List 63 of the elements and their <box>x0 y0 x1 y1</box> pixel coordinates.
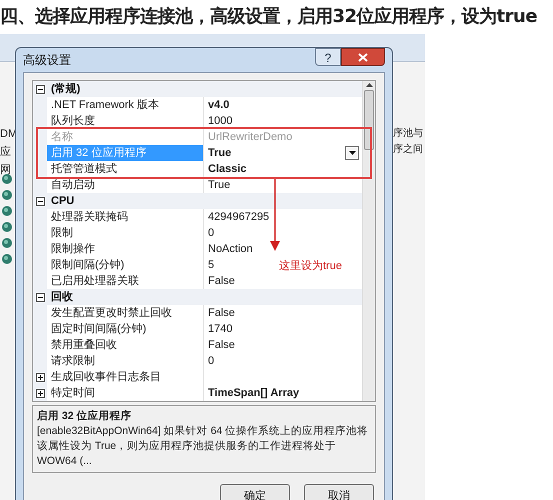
property-value: v4.0 <box>208 98 230 113</box>
scrollbar-thumb[interactable] <box>364 90 374 150</box>
globe-icon <box>2 190 12 200</box>
scrollbar[interactable] <box>362 81 375 401</box>
property-name[interactable]: 请求限制 <box>47 353 203 369</box>
category-header: (常规) <box>50 82 80 97</box>
category-header: 回收 <box>50 290 73 305</box>
property-value: 4294967295 <box>208 210 270 225</box>
property-value: 0 <box>208 226 214 241</box>
dialog-button[interactable]: 取消 <box>304 484 374 500</box>
property-value: TimeSpan[] Array <box>208 386 300 401</box>
property-value: NoAction <box>208 242 253 257</box>
description-text: [enable32BitAppOnWin64] 如果针对 64 位操作系统上的应用程序池将该属性设为 True，则为应用程序池提供服务的工作进程将处于 WOW64 (... <box>37 424 370 469</box>
property-value: False <box>208 338 235 353</box>
property-value: True <box>208 146 232 161</box>
close-icon <box>358 52 368 62</box>
heading: 四、选择应用程序连接池，高级设置，启用32位应用程序，设为true <box>0 4 538 28</box>
expand-icon[interactable] <box>36 388 44 398</box>
property-name[interactable]: 限制操作 <box>47 241 203 257</box>
description-title: 启用 32 位应用程序 <box>37 409 133 424</box>
property-name[interactable]: 托管管道模式 <box>47 161 203 177</box>
globe-icon <box>2 174 12 184</box>
globe-icon <box>2 206 12 216</box>
help-button[interactable]: ? <box>315 48 341 66</box>
property-name[interactable]: 限制间隔(分钟) <box>47 257 203 273</box>
tree-label: 应 <box>0 144 12 160</box>
annotation-text: 这里设为true <box>279 258 342 274</box>
property-value: 1740 <box>208 322 232 337</box>
tree-label: 网 <box>0 163 12 178</box>
collapse-icon[interactable] <box>36 84 44 94</box>
globe-icon <box>2 222 12 232</box>
collapse-icon[interactable] <box>36 292 44 302</box>
arrow <box>270 179 280 251</box>
background-text: 序之间 <box>393 142 423 157</box>
dialog-button[interactable]: 确定 <box>220 484 290 500</box>
property-value: False <box>208 306 235 321</box>
property-name[interactable]: 限制 <box>47 225 203 241</box>
category-header: CPU <box>50 194 74 209</box>
close-button[interactable] <box>341 48 385 66</box>
property-value: True <box>208 178 230 193</box>
scroll-up-icon[interactable] <box>366 83 372 87</box>
expand-icon[interactable] <box>36 372 44 382</box>
property-name[interactable]: 发生配置更改时禁止回收 <box>47 305 203 321</box>
dropdown-button[interactable] <box>345 146 359 160</box>
globe-icon <box>2 254 12 264</box>
property-value: UrlRewriterDemo <box>208 130 292 145</box>
property-name[interactable]: 固定时间间隔(分钟) <box>47 321 203 337</box>
caret-icon <box>348 151 356 155</box>
property-value: 5 <box>208 258 214 273</box>
property-name[interactable]: 禁用重叠回收 <box>47 337 203 353</box>
background-text: 序池与 <box>393 126 423 141</box>
property-name[interactable]: 特定时间 <box>47 385 203 401</box>
property-value: 0 <box>208 354 214 369</box>
property-name[interactable]: 已启用处理器关联 <box>47 273 203 289</box>
collapse-icon[interactable] <box>36 196 44 206</box>
property-value: 1000 <box>208 114 232 129</box>
dialog-title: 高级设置 <box>23 52 71 69</box>
property-value: Classic <box>208 162 247 177</box>
property-name[interactable]: 生成回收事件日志条目 <box>47 369 203 385</box>
property-value: False <box>208 274 235 289</box>
property-name[interactable]: 处理器关联掩码 <box>47 209 203 225</box>
property-name[interactable]: .NET Framework 版本 <box>47 97 203 113</box>
globe-icon <box>2 238 12 248</box>
